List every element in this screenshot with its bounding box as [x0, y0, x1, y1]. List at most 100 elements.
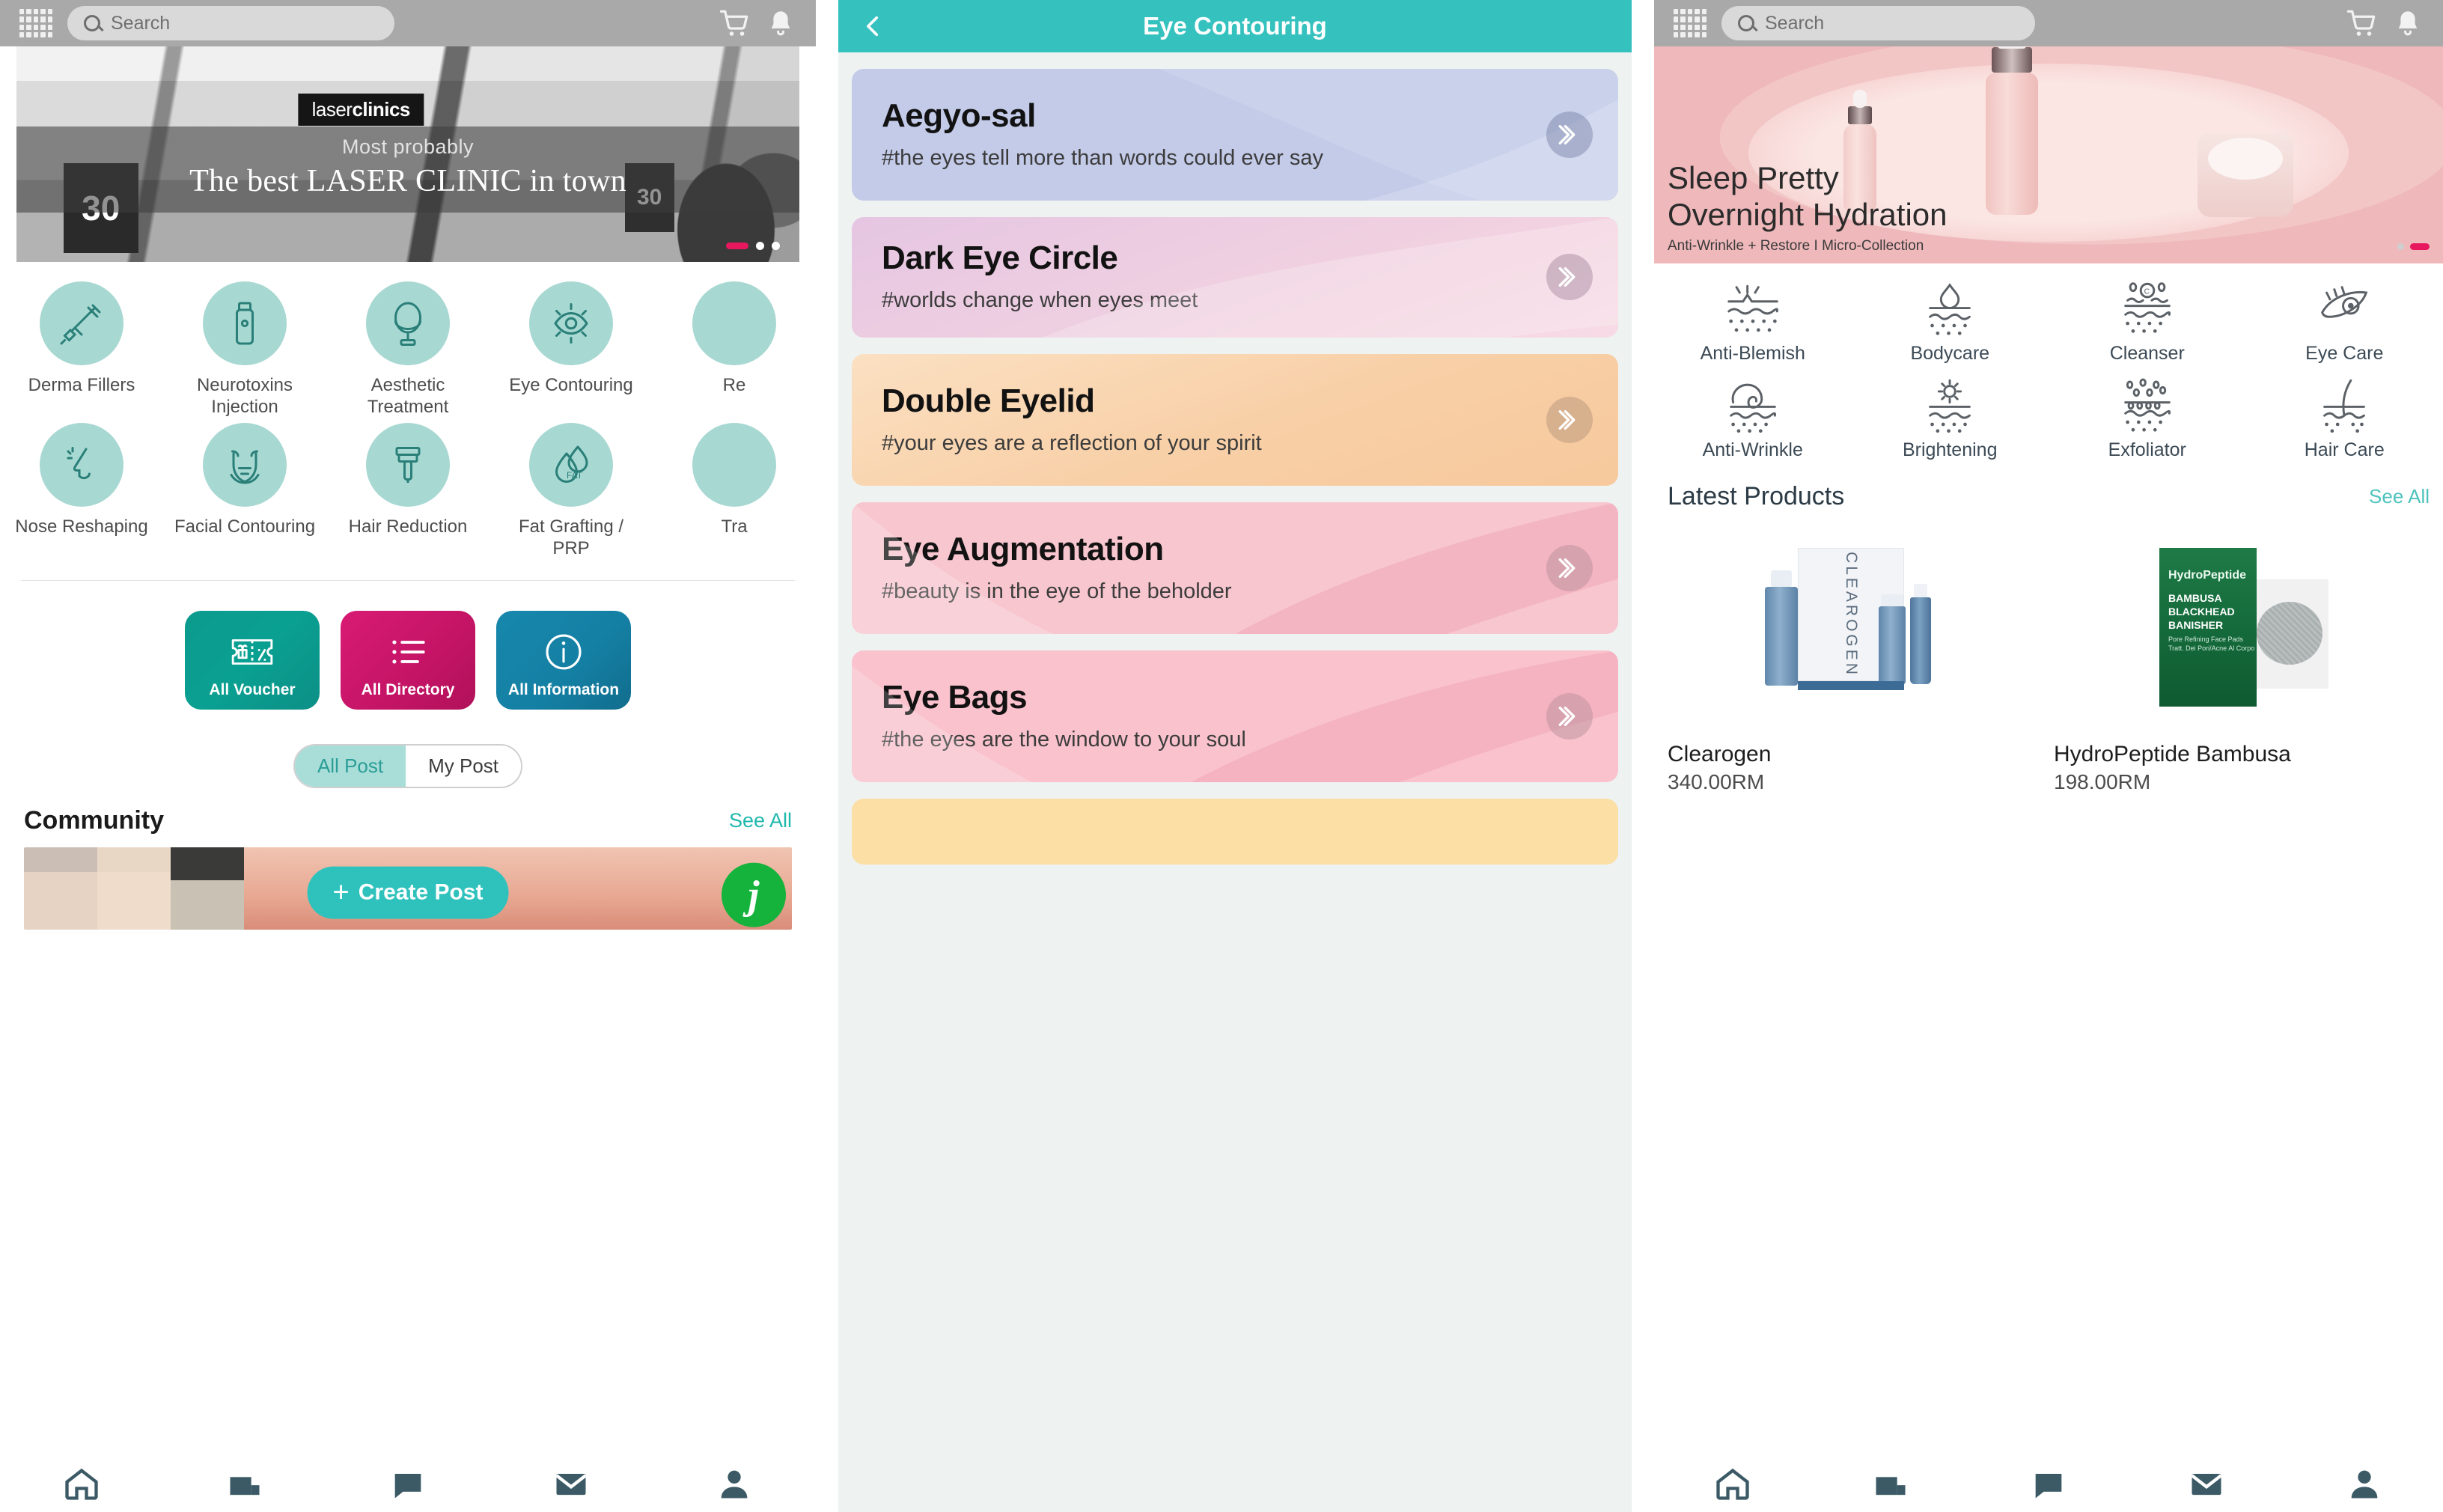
bell-icon[interactable]: [2392, 7, 2424, 39]
home-icon[interactable]: [62, 1464, 101, 1503]
panel-gap: [1632, 0, 1654, 1512]
bell-icon[interactable]: [765, 7, 796, 39]
product-tube: [1910, 584, 1931, 684]
product-name: Clearogen: [1668, 742, 1772, 766]
product-card-hydropeptide-bambusa[interactable]: HydroPeptide BAMBUSA BLACKHEAD BANISHER …: [2054, 525, 2430, 794]
category-partial-tra[interactable]: Tra: [653, 422, 816, 560]
face-icon: [203, 422, 287, 507]
mail-icon[interactable]: [552, 1464, 591, 1503]
nose-icon: [40, 422, 123, 507]
latest-products-grid: CLEAROGEN Clearogen 340.00RM HydroPeptid…: [1654, 511, 2443, 794]
product-bottle: [1765, 570, 1798, 686]
chevron-right-icon[interactable]: [1546, 396, 1593, 443]
product-pack-title: BAMBUSA BLACKHEAD BANISHER: [2168, 592, 2235, 632]
skin-dots-icon: [2123, 378, 2171, 432]
treatment-card-dark-eye-circle[interactable]: Dark Eye Circle #worlds change when eyes…: [852, 217, 1618, 338]
apps-grid-icon[interactable]: [1674, 9, 1707, 37]
community-photo[interactable]: [171, 847, 244, 930]
category-nose-reshaping[interactable]: Nose Reshaping: [0, 422, 163, 560]
category-hair-reduction[interactable]: Hair Reduction: [326, 422, 489, 560]
bottom-navigation: [1654, 1460, 2443, 1512]
jomcare-fab-button[interactable]: j: [722, 862, 786, 927]
search-input[interactable]: Search: [67, 6, 394, 40]
community-photo[interactable]: [97, 847, 171, 930]
mail-icon[interactable]: [2187, 1464, 2226, 1503]
apps-grid-icon[interactable]: [19, 9, 52, 37]
category-fat-grafting-prp[interactable]: FAT Fat Grafting / PRP: [489, 422, 653, 560]
chevron-right-icon[interactable]: [1546, 544, 1593, 591]
cart-icon[interactable]: [719, 7, 750, 39]
shop-category-eye-care[interactable]: Eye Care: [2246, 281, 2443, 365]
tile-label: All Directory: [361, 681, 455, 699]
carousel-dot[interactable]: [2397, 243, 2404, 250]
shop-category-anti-blemish[interactable]: Anti-Blemish: [1654, 281, 1852, 365]
shop-hero-banner[interactable]: Sleep Pretty Overnight Hydration Anti-Wr…: [1654, 46, 2443, 263]
latest-products-see-all[interactable]: See All: [2369, 485, 2430, 508]
product-image: CLEAROGEN: [1668, 525, 2043, 734]
profile-icon[interactable]: [715, 1464, 754, 1503]
shop-category-bodycare[interactable]: Bodycare: [1852, 281, 2049, 365]
category-partial-re[interactable]: Re: [653, 281, 816, 418]
treatment-card-partial[interactable]: [852, 799, 1618, 865]
carousel-dot-active[interactable]: [2410, 243, 2430, 250]
card-swoosh: [1043, 217, 1618, 338]
search-input[interactable]: Search: [1721, 6, 2035, 40]
category-eye-contouring[interactable]: Eye Contouring: [489, 281, 653, 418]
shop-category-cleanser[interactable]: C Cleanser: [2049, 281, 2246, 365]
hero-banner[interactable]: 30 30 laserclinics Most probably The bes…: [16, 46, 799, 262]
category-facial-contouring[interactable]: Facial Contouring: [163, 422, 326, 560]
product-pack-subtitle: Pore Refining Face Pads Tratt. Dei Pori/…: [2168, 635, 2255, 653]
treatment-card-aegyo-sal[interactable]: Aegyo-sal #the eyes tell more than words…: [852, 69, 1618, 201]
chat-icon[interactable]: [388, 1464, 427, 1503]
chevron-right-icon[interactable]: [1546, 254, 1593, 301]
chevron-right-icon[interactable]: [1546, 693, 1593, 740]
carousel-dots[interactable]: [726, 242, 780, 250]
chevron-left-icon[interactable]: [861, 13, 886, 39]
carousel-dot[interactable]: [756, 242, 764, 250]
community-see-all[interactable]: See All: [729, 809, 792, 832]
treatment-card-double-eyelid[interactable]: Double Eyelid #your eyes are a reflectio…: [852, 353, 1618, 486]
shop-category-exfoliator[interactable]: Exfoliator: [2049, 378, 2246, 461]
voucher-icon: [231, 639, 273, 665]
list-icon: [392, 640, 425, 664]
shop-category-hair-care[interactable]: Hair Care: [2246, 378, 2443, 461]
tab-my-post[interactable]: My Post: [406, 746, 522, 787]
category-label: Fat Grafting / PRP: [518, 516, 624, 558]
profile-icon[interactable]: [2345, 1464, 2384, 1503]
all-voucher-tile[interactable]: All Voucher: [185, 611, 320, 710]
eye-lashes-icon: [2321, 286, 2368, 318]
carousel-dot[interactable]: [772, 242, 780, 250]
shop-category-label: Anti-Blemish: [1700, 343, 1805, 364]
category-derma-fillers[interactable]: Derma Fillers: [0, 281, 163, 418]
card-swoosh: [1158, 69, 1618, 201]
eye-icon: [529, 281, 613, 365]
community-photo[interactable]: [24, 847, 97, 930]
chat-icon[interactable]: [2029, 1464, 2068, 1503]
treatment-card-eye-bags[interactable]: Eye Bags #the eyes are the window to you…: [852, 650, 1618, 783]
carousel-dots[interactable]: [2397, 243, 2430, 250]
all-directory-tile[interactable]: All Directory: [341, 611, 475, 710]
category-neurotoxins-injection[interactable]: Neurotoxins Injection: [163, 281, 326, 418]
all-information-tile[interactable]: All Information: [496, 611, 631, 710]
razor-icon: [366, 422, 450, 507]
community-photo-strip[interactable]: + Create Post j: [24, 847, 792, 930]
shop-category-brightening[interactable]: Brightening: [1852, 378, 2049, 461]
category-aesthetic-treatment[interactable]: Aesthetic Treatment: [326, 281, 489, 418]
tab-all-post[interactable]: All Post: [294, 746, 406, 787]
search-icon: [1738, 15, 1754, 31]
store-icon[interactable]: [1871, 1464, 1910, 1503]
store-icon[interactable]: [225, 1464, 264, 1503]
carousel-dot-active[interactable]: [726, 243, 748, 249]
shop-category-anti-wrinkle[interactable]: Anti-Wrinkle: [1654, 378, 1852, 461]
product-card-clearogen[interactable]: CLEAROGEN Clearogen 340.00RM: [1668, 525, 2043, 794]
chevron-right-icon[interactable]: [1546, 112, 1593, 159]
card-title: Eye Augmentation: [882, 530, 1164, 567]
treatment-card-eye-augmentation[interactable]: Eye Augmentation #beauty is in the eye o…: [852, 502, 1618, 635]
skin-blemish-icon: [1727, 284, 1778, 332]
shop-category-label: Eye Care: [2305, 343, 2384, 364]
home-icon[interactable]: [1713, 1464, 1752, 1503]
category-label: Aesthetic Treatment: [367, 375, 449, 418]
create-post-button[interactable]: + Create Post: [307, 866, 509, 919]
post-filter-toggle[interactable]: All Post My Post: [293, 744, 523, 789]
cart-icon[interactable]: [2346, 7, 2377, 39]
